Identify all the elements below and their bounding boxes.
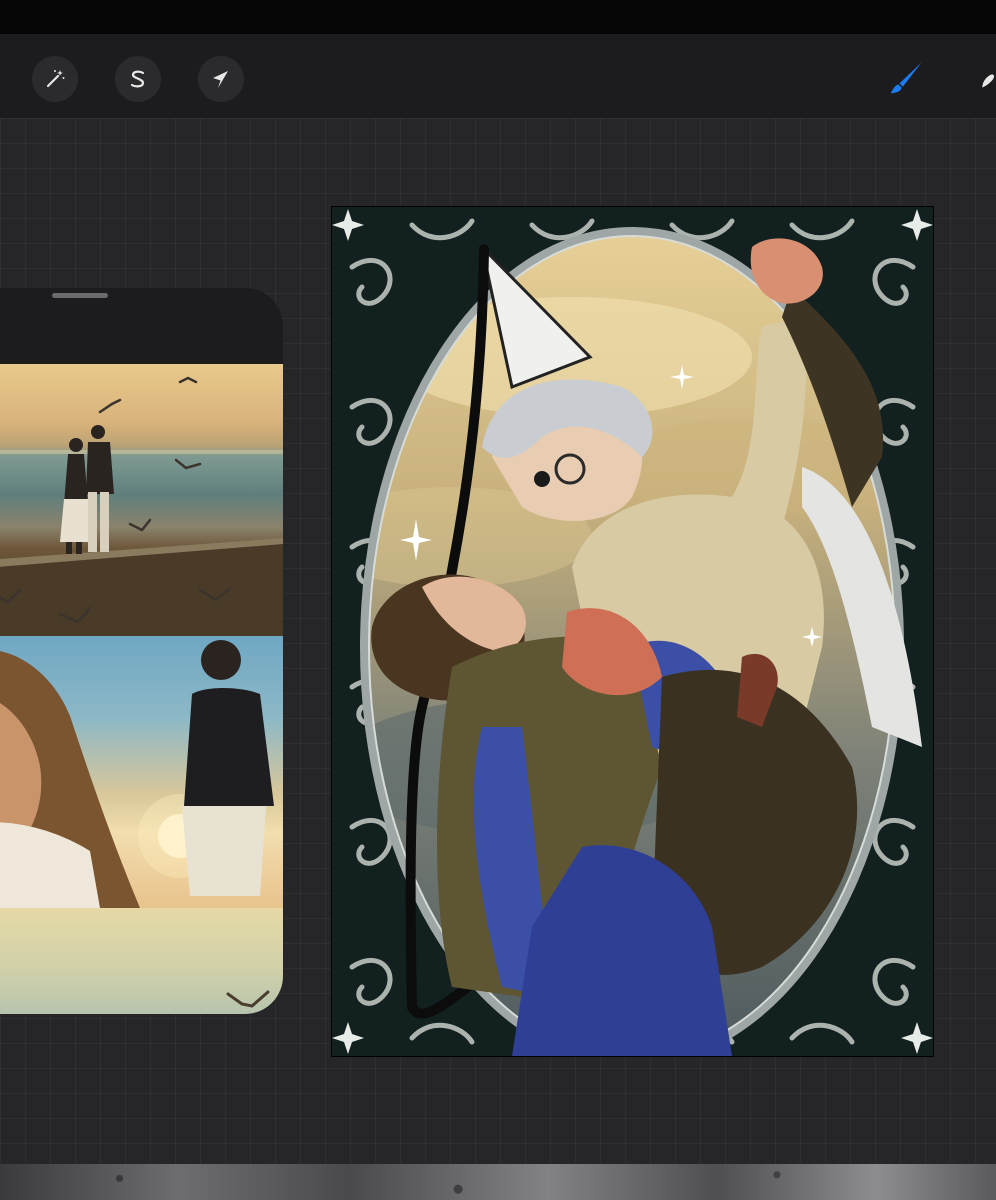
paintbrush-icon (890, 62, 922, 94)
artwork-canvas[interactable] (332, 207, 933, 1056)
adjustments-button[interactable] (32, 56, 78, 102)
selection-button[interactable] (115, 56, 161, 102)
reference-window-grabber[interactable] (52, 293, 108, 298)
smudge-icon (982, 74, 995, 88)
smudge-button[interactable] (978, 56, 996, 102)
artwork-illustration (332, 207, 933, 1056)
magic-wand-icon (46, 70, 65, 88)
selection-s-icon (130, 70, 145, 88)
arrow-cursor-icon (213, 71, 228, 88)
transform-button[interactable] (198, 56, 244, 102)
top-toolbar (0, 34, 996, 118)
reference-photo-portrait (0, 636, 283, 908)
procreate-screen (0, 0, 996, 1200)
reference-photo-sky (0, 908, 283, 1014)
brush-button[interactable] (880, 54, 930, 104)
reference-window[interactable] (0, 288, 283, 1014)
desk-background-strip (0, 1164, 996, 1200)
reference-photo-seaside (0, 364, 283, 636)
status-bar (0, 0, 996, 34)
